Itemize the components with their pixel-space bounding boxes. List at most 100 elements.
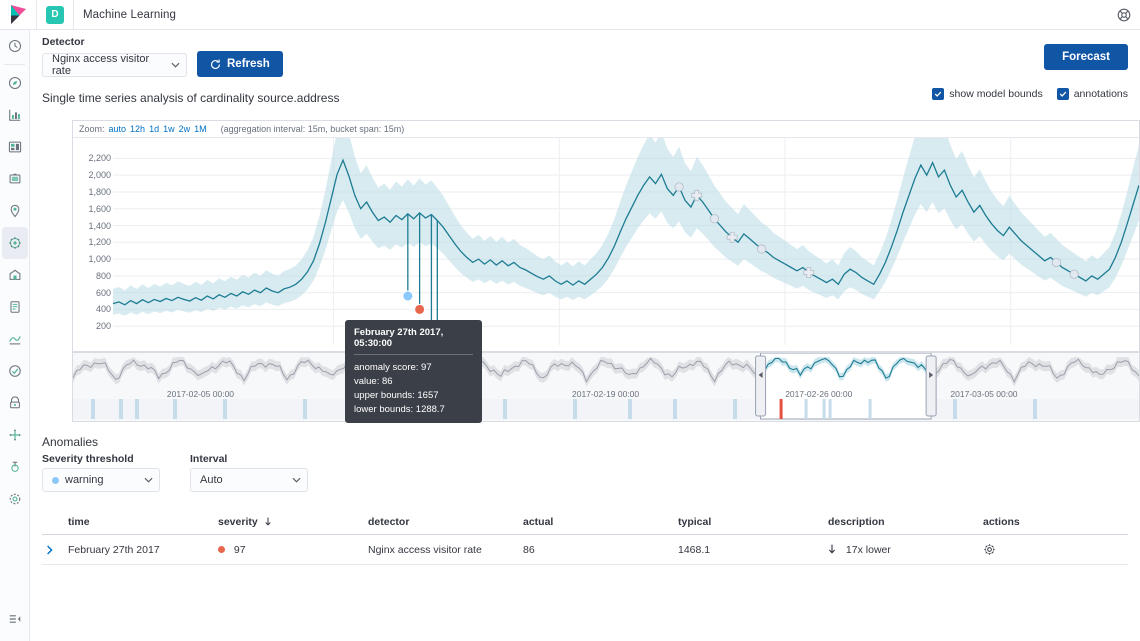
table-row[interactable]: February 27th 2017 97 Nginx access visit…	[42, 535, 1128, 565]
y-tick-label: 1,800	[88, 187, 111, 197]
tooltip-title: February 27th 2017, 05:30:00	[354, 327, 473, 355]
sidebar-item-logs[interactable]	[0, 291, 30, 323]
row-typical: 1468.1	[674, 535, 824, 565]
header-divider-2	[73, 0, 74, 29]
sidebar-item-dev-tools[interactable]	[0, 419, 30, 451]
app-header: D Machine Learning	[0, 0, 1140, 30]
context-x-tick-label: 2017-03-05 00:00	[950, 389, 1017, 399]
sidebar-item-apm[interactable]	[0, 323, 30, 355]
forecast-label: Forecast	[1062, 51, 1110, 63]
sidebar-item-maps[interactable]	[0, 195, 30, 227]
table-header-row: time severity detector actual typical de…	[42, 510, 1128, 535]
zoom-label: Zoom:	[79, 124, 105, 134]
severity-badge-dot	[218, 546, 225, 553]
refresh-icon	[210, 59, 221, 70]
sidebar-item-dashboard[interactable]	[0, 131, 30, 163]
space-badge[interactable]: D	[46, 6, 64, 24]
header-divider	[36, 0, 37, 29]
zoom-option-1M[interactable]: 1M	[194, 124, 207, 134]
y-tick-label: 400	[96, 304, 111, 314]
chart-tooltip: February 27th 2017, 05:30:00 anomaly sco…	[345, 320, 482, 423]
interval-label: Interval	[190, 453, 308, 465]
annotations-label: annotations	[1074, 88, 1128, 100]
uptime-icon	[8, 364, 22, 378]
th-typical[interactable]: typical	[674, 510, 824, 535]
th-actions: actions	[979, 510, 1128, 535]
collapse-nav-icon[interactable]	[0, 603, 30, 635]
row-actual: 86	[519, 535, 674, 565]
chart-section-title: Single time series analysis of cardinali…	[42, 91, 339, 105]
kibana-logo[interactable]	[0, 0, 36, 29]
annotations-checkbox[interactable]: annotations	[1057, 88, 1128, 100]
sidebar-item-management[interactable]	[0, 483, 30, 515]
chart-options: show model bounds annotations	[932, 88, 1128, 100]
help-lifebuoy-icon[interactable]	[1117, 8, 1131, 22]
row-description: 17x lower	[824, 535, 979, 565]
sidebar-item-recently-viewed[interactable]	[0, 30, 30, 62]
sidebar-item-monitoring[interactable]	[0, 451, 30, 483]
chevron-down-icon-severity	[130, 477, 153, 483]
refresh-label: Refresh	[227, 58, 270, 70]
th-severity[interactable]: severity	[214, 510, 364, 535]
severity-threshold-select[interactable]: warning	[42, 468, 160, 492]
sidebar-item-visualize[interactable]	[0, 99, 30, 131]
chevron-down-icon-interval	[278, 477, 301, 483]
anomalies-title: Anomalies	[42, 435, 98, 449]
detector-select[interactable]: Nginx access visitor rate	[42, 53, 187, 77]
discover-icon	[8, 76, 22, 90]
context-x-tick-label: 2017-02-05 00:00	[167, 389, 234, 399]
zoom-option-1w[interactable]: 1w	[163, 124, 175, 134]
zoom-options[interactable]: auto12h 1d 1w 2w1M	[109, 124, 211, 134]
apm-icon	[8, 332, 22, 346]
th-actual[interactable]: actual	[519, 510, 674, 535]
row-actions[interactable]	[979, 535, 1128, 565]
th-description[interactable]: description	[824, 510, 979, 535]
forecast-button[interactable]: Forecast	[1044, 44, 1128, 70]
row-description-text: 17x lower	[846, 544, 891, 556]
sidebar-item-discover[interactable]	[0, 67, 30, 99]
checkmark-icon	[932, 88, 944, 100]
context-chart[interactable]: 2017-02-05 00:002017-02-12 00:002017-02-…	[72, 352, 1140, 422]
recently-viewed-icon	[8, 39, 22, 53]
sidebar-item-machine-learning[interactable]	[2, 227, 28, 259]
page-title: Machine Learning	[83, 9, 176, 21]
sidebar-item-siem[interactable]	[0, 387, 30, 419]
management-icon	[8, 492, 22, 506]
interval-select[interactable]: Auto	[190, 468, 308, 492]
checkmark-icon-2	[1057, 88, 1069, 100]
row-expand-cell[interactable]	[42, 535, 64, 565]
zoom-option-2w[interactable]: 2w	[179, 124, 191, 134]
context-x-tick-label: 2017-02-19 00:00	[572, 389, 639, 399]
severity-threshold-value: warning	[65, 474, 104, 486]
sidebar-item-infrastructure[interactable]	[0, 259, 30, 291]
gear-icon[interactable]	[983, 543, 1124, 556]
infrastructure-icon	[8, 268, 22, 282]
detector-control-row: Detector Nginx access visitor rate	[42, 36, 283, 77]
zoom-option-1d[interactable]: 1d	[149, 124, 159, 134]
siem-icon	[8, 396, 22, 410]
logs-icon	[8, 300, 22, 314]
sidebar-item-canvas[interactable]	[0, 163, 30, 195]
tooltip-row-upper: upper bounds: 1657	[354, 388, 473, 402]
time-series-chart[interactable]: Zoom: auto12h1d1w2w1M (aggregation inter…	[72, 120, 1140, 352]
chevron-down-icon	[157, 62, 180, 68]
machine-learning-icon	[8, 236, 22, 250]
zoom-option-auto[interactable]: auto	[109, 124, 127, 134]
y-tick-label: 2,000	[88, 170, 111, 180]
chart-plot-area[interactable]	[113, 138, 1139, 351]
zoom-option-12h[interactable]: 12h	[130, 124, 145, 134]
chevron-right-icon[interactable]	[46, 545, 60, 555]
show-model-bounds-label: show model bounds	[949, 88, 1042, 100]
sidebar-item-uptime[interactable]	[0, 355, 30, 387]
th-detector[interactable]: detector	[364, 510, 519, 535]
y-tick-label: 1,000	[88, 254, 111, 264]
canvas-icon	[8, 172, 22, 186]
refresh-button[interactable]: Refresh	[197, 51, 283, 77]
context-plot-area[interactable]	[73, 353, 1139, 421]
th-time[interactable]: time	[64, 510, 214, 535]
show-model-bounds-checkbox[interactable]: show model bounds	[932, 88, 1042, 100]
tooltip-row-value: value: 86	[354, 374, 473, 388]
anomalies-filters: Severity threshold warning Interval Auto	[42, 453, 308, 492]
y-tick-label: 2,200	[88, 153, 111, 163]
y-tick-label: 600	[96, 288, 111, 298]
